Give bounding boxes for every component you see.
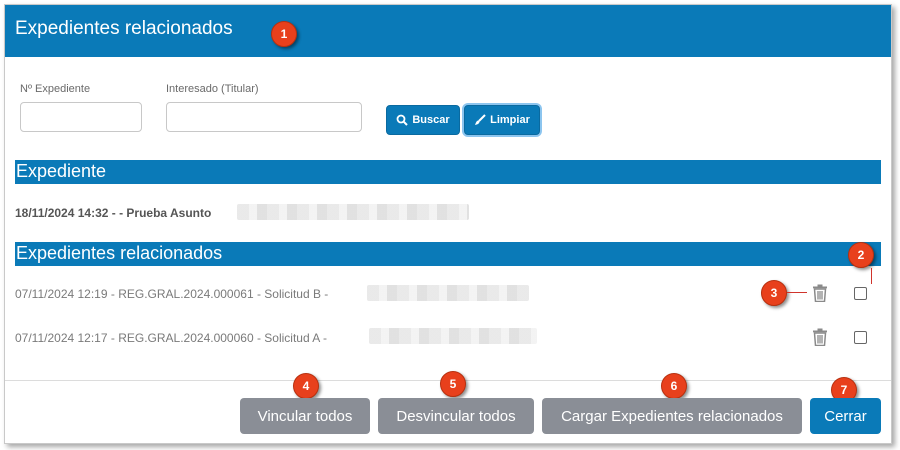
limpiar-button[interactable]: Limpiar (464, 105, 540, 135)
related-row-text: 07/11/2024 12:17 - REG.GRAL.2024.000060 … (15, 331, 327, 345)
related-files-dialog: Expedientes relacionados 1 Nº Expediente… (4, 4, 892, 444)
cargar-expedientes-button[interactable]: Cargar Expedientes relacionados (542, 398, 802, 434)
expediente-section-title: Expediente (16, 161, 107, 181)
brush-icon (475, 114, 486, 125)
cerrar-label: Cerrar (824, 407, 867, 425)
vincular-todos-label: Vincular todos (257, 407, 353, 425)
annotation-marker-5: 5 (440, 371, 466, 397)
related-row-checkbox[interactable] (854, 287, 867, 300)
search-icon (396, 114, 409, 126)
annotation-marker-4: 4 (293, 373, 319, 399)
vincular-todos-button[interactable]: Vincular todos (240, 398, 370, 434)
related-row-text: 07/11/2024 12:19 - REG.GRAL.2024.000061 … (15, 287, 329, 301)
expediente-input[interactable] (20, 102, 142, 132)
dialog-title: Expedientes relacionados (15, 18, 233, 39)
cargar-expedientes-label: Cargar Expedientes relacionados (561, 407, 783, 425)
expediente-field-label: Nº Expediente (20, 83, 91, 95)
desvincular-todos-label: Desvincular todos (396, 407, 516, 425)
cerrar-button[interactable]: Cerrar (810, 398, 881, 434)
related-row-checkbox[interactable] (854, 331, 867, 344)
buscar-button[interactable]: Buscar (386, 105, 460, 135)
expediente-section-header: Expediente (15, 160, 881, 184)
interesado-field-label: Interesado (Titular) (166, 83, 259, 95)
trash-icon[interactable] (812, 328, 828, 346)
buscar-label: Buscar (412, 114, 450, 126)
related-section-header: Expedientes relacionados (15, 242, 881, 266)
trash-icon[interactable] (812, 284, 828, 302)
annotation-marker-6: 6 (661, 373, 687, 399)
annotation-marker-1: 1 (271, 21, 297, 47)
redacted-text (237, 204, 469, 220)
redacted-text (369, 328, 537, 344)
marker-leader-line (787, 292, 807, 293)
related-section-title: Expedientes relacionados (16, 243, 223, 263)
dialog-header: Expedientes relacionados (5, 5, 891, 57)
annotation-marker-2: 2 (848, 242, 874, 268)
desvincular-todos-button[interactable]: Desvincular todos (378, 398, 534, 434)
limpiar-label: Limpiar (490, 114, 530, 126)
marker-leader-line (871, 268, 872, 284)
interesado-input[interactable] (166, 102, 362, 132)
current-expediente-text: 18/11/2024 14:32 - - Prueba Asunto (15, 206, 212, 220)
annotation-marker-3: 3 (761, 280, 787, 306)
redacted-text (367, 285, 529, 301)
